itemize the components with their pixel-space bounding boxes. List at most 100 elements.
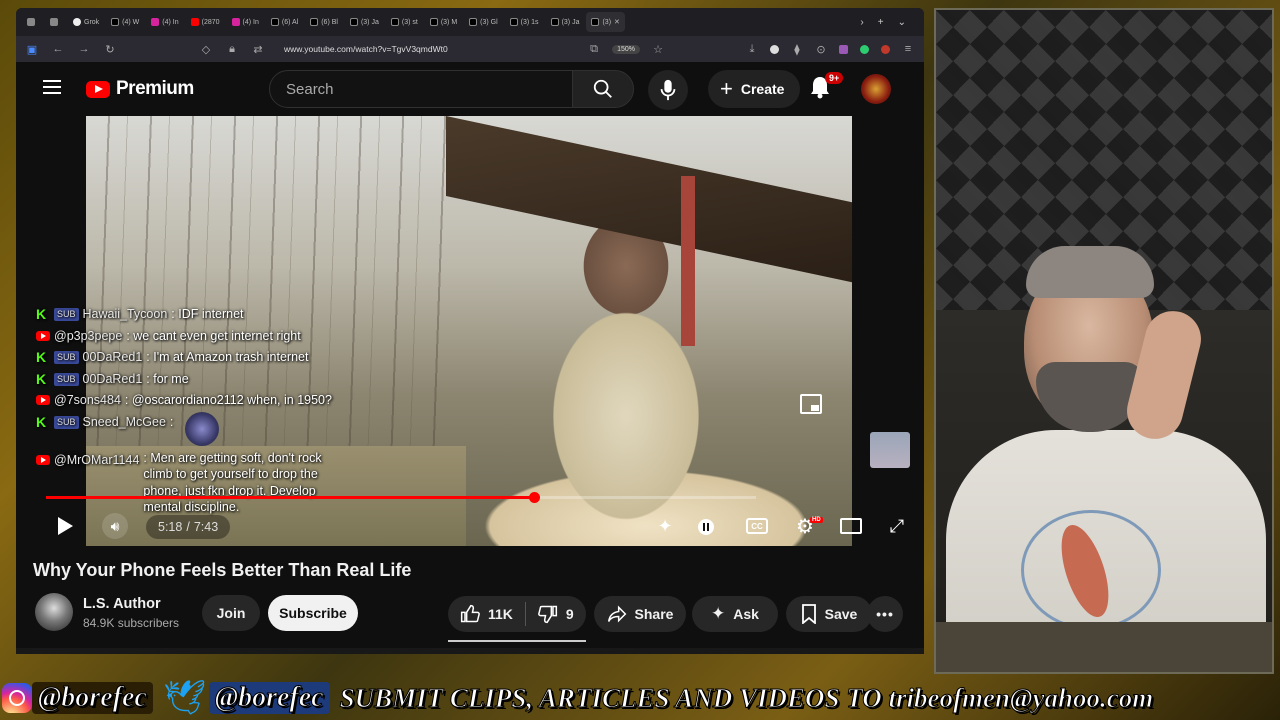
share-button[interactable]: Share xyxy=(594,596,686,632)
browser-tab-active[interactable]: (3) ✕ xyxy=(586,12,625,32)
chat-message: @p3p3pepe : we cant even get internet ri… xyxy=(36,326,396,348)
browser-tab[interactable] xyxy=(45,12,66,32)
progress-scrubber[interactable] xyxy=(528,492,540,503)
browser-tab[interactable]: (4) W xyxy=(106,12,144,32)
tab-label: (6) Al xyxy=(281,18,299,26)
browser-tab[interactable]: (6) Bl xyxy=(305,12,343,32)
close-tab-icon[interactable]: ✕ xyxy=(614,18,620,26)
chat-text: : for me xyxy=(146,371,189,386)
voice-search-button[interactable] xyxy=(648,70,688,110)
notification-badge: 9+ xyxy=(825,72,844,84)
browser-tab[interactable]: (2870 xyxy=(186,12,225,32)
share-icon xyxy=(607,605,626,623)
create-button[interactable]: + Create xyxy=(708,70,801,108)
download-icon[interactable]: ⤓ xyxy=(746,43,758,56)
browser-tab[interactable]: (3) M xyxy=(425,12,462,32)
hamburger-menu-icon[interactable] xyxy=(43,80,61,94)
x-icon xyxy=(349,18,358,26)
dislike-count[interactable]: 9 xyxy=(566,606,574,622)
miniplayer-icon[interactable] xyxy=(800,394,822,414)
like-count[interactable]: 11K xyxy=(488,606,513,622)
permissions-icon[interactable]: ⇄ xyxy=(252,43,264,56)
save-button[interactable]: Save xyxy=(786,596,872,632)
tab-label: (4) In xyxy=(162,18,179,26)
autoplay-toggle[interactable] xyxy=(698,519,714,535)
tab-label: (3) st xyxy=(401,18,418,26)
hd-badge: HD xyxy=(810,517,823,523)
extension-icon[interactable] xyxy=(881,44,890,54)
webcam-feed xyxy=(934,8,1274,674)
chat-user: @7sons484 xyxy=(54,393,121,407)
ask-button[interactable]: ✦ Ask xyxy=(692,596,778,632)
instagram-icon xyxy=(151,18,160,26)
emote-image xyxy=(185,411,220,446)
sidebar-icon[interactable]: ▣ xyxy=(26,43,38,56)
chat-text: : Men are getting soft, don't rock climb… xyxy=(143,450,322,515)
plus-icon: + xyxy=(720,76,733,101)
favicon-icon xyxy=(27,18,35,26)
volume-icon[interactable]: 🔊︎ xyxy=(102,513,128,539)
user-avatar[interactable] xyxy=(861,74,891,104)
youtube-logo[interactable]: Premium xyxy=(86,78,194,100)
share-label: Share xyxy=(634,606,674,622)
picture-in-picture-icon[interactable]: ⧉ xyxy=(588,43,600,56)
extensions-icon[interactable]: ⧫ xyxy=(791,43,803,56)
reload-icon[interactable]: ↻ xyxy=(104,43,116,56)
extension-icon[interactable]: ⊙ xyxy=(815,43,827,56)
tab-label: (3) xyxy=(602,18,612,26)
browser-tab[interactable]: (3) 1s xyxy=(505,12,544,32)
browser-tab[interactable]: (3) st xyxy=(386,12,423,32)
thumbs-down-icon[interactable] xyxy=(538,604,558,624)
shield-icon[interactable]: ◇ xyxy=(200,43,212,56)
forward-icon[interactable]: → xyxy=(78,43,90,55)
notifications-button[interactable]: 9+ xyxy=(809,72,844,103)
browser-tab[interactable] xyxy=(22,12,43,32)
browser-tab[interactable]: (3) Ja xyxy=(345,12,384,32)
new-tab-icon[interactable]: + xyxy=(878,17,884,28)
extension-icon[interactable] xyxy=(860,44,869,54)
zoom-level[interactable]: 150% xyxy=(612,44,640,54)
browser-tab[interactable]: (4) In xyxy=(146,12,183,32)
logo-text: Premium xyxy=(116,78,194,99)
fullscreen-icon[interactable]: ⤢ xyxy=(886,515,908,537)
instagram-icon xyxy=(231,18,240,26)
theater-mode-icon[interactable] xyxy=(840,518,862,534)
browser-tab[interactable]: (3) Ja xyxy=(546,12,585,32)
tab-label: (2870 xyxy=(201,18,220,26)
subscribe-button[interactable]: Subscribe xyxy=(268,595,358,631)
tab-label: Grok xyxy=(84,18,100,26)
search-input[interactable]: Search xyxy=(269,70,573,108)
channel-avatar[interactable] xyxy=(35,593,73,631)
back-icon[interactable]: ← xyxy=(52,43,64,55)
like-dislike-group: 11K 9 xyxy=(448,596,586,632)
browser-tab[interactable]: (6) Al xyxy=(266,12,303,32)
chat-user: @MrOMar1144 xyxy=(54,452,140,467)
like-separator xyxy=(524,602,526,626)
thumbnail-image[interactable] xyxy=(870,432,910,468)
thumbs-up-icon[interactable] xyxy=(460,604,480,624)
join-button[interactable]: Join xyxy=(202,595,260,631)
browser-tab[interactable]: Grok xyxy=(68,12,104,32)
sparkle-icon[interactable]: ✦ xyxy=(654,515,676,537)
search-button[interactable] xyxy=(572,70,634,108)
browser-tab[interactable]: (4) In xyxy=(227,12,264,32)
channel-name[interactable]: L.S. Author xyxy=(83,596,161,612)
x-icon xyxy=(550,18,559,26)
browser-tab[interactable]: (3) Gl xyxy=(464,12,503,32)
extension-icon[interactable] xyxy=(770,44,779,54)
chevron-right-icon[interactable]: › xyxy=(860,17,863,28)
play-button[interactable] xyxy=(54,515,76,537)
more-actions-button[interactable]: ••• xyxy=(867,596,903,632)
x-icon xyxy=(390,18,399,26)
url-field[interactable]: www.youtube.com/watch?v=TgvV3qmdWt0 xyxy=(284,44,448,54)
bookmark-star-icon[interactable]: ☆ xyxy=(652,43,664,56)
extension-icon[interactable] xyxy=(839,44,848,54)
chevron-down-icon[interactable]: ⌄ xyxy=(898,17,906,28)
x-icon xyxy=(111,18,120,26)
chat-message: @MrOMar1144 : Men are getting soft, don'… xyxy=(36,450,396,516)
video-roof xyxy=(446,116,852,286)
chat-user: Hawaii_Tycoon xyxy=(82,307,168,321)
menu-icon[interactable]: ≡ xyxy=(902,43,914,55)
captions-icon[interactable]: CC xyxy=(746,518,768,534)
play-icon xyxy=(57,517,73,535)
